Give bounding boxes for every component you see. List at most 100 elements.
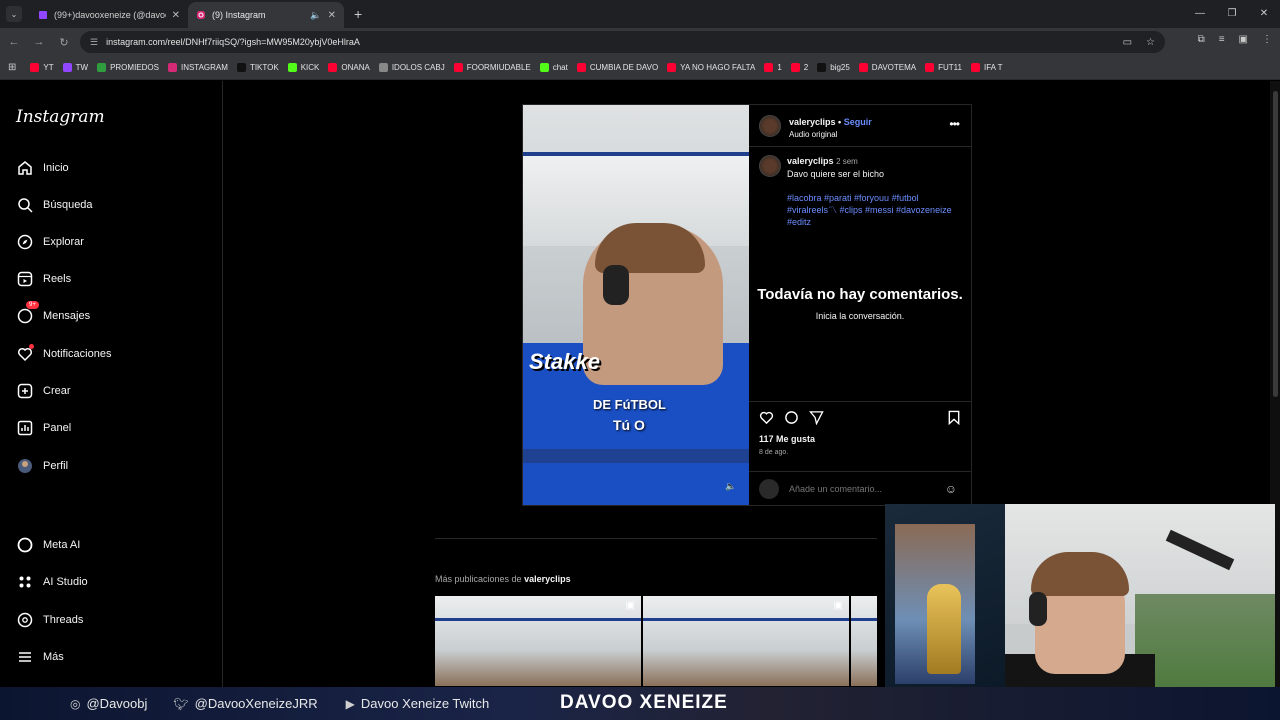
hamburger-menu-icon	[16, 648, 34, 666]
comment-input[interactable]	[789, 483, 929, 494]
author-username[interactable]: valeryclips	[789, 117, 836, 127]
caption-username[interactable]: valeryclips	[787, 156, 834, 166]
site-info-icon[interactable]: ☰	[90, 37, 98, 48]
share-send-icon[interactable]	[809, 410, 824, 428]
bookmark-star-icon[interactable]: ☆	[1146, 37, 1155, 48]
cast-icon[interactable]: ▭	[1123, 37, 1132, 48]
bookmark-label: IDOLOS CABJ	[391, 63, 445, 72]
post-caption: valeryclips 2 sem Davo quiere ser el bic…	[749, 147, 971, 228]
sidebar-item-label: Mensajes	[43, 310, 91, 322]
post-actions: 117 Me gusta 8 de ago.	[749, 401, 971, 464]
bookmark-item[interactable]: DAVOTEMA	[858, 63, 916, 72]
save-bookmark-icon[interactable]	[947, 410, 961, 428]
extensions-area: ⧉ ≡ ▣ ⋮	[1198, 34, 1272, 45]
threads-icon	[16, 611, 34, 629]
bookmark-item[interactable]: chat	[539, 63, 568, 72]
close-tab-icon[interactable]: ✕	[328, 10, 336, 21]
bookmark-item[interactable]: FOORMIUDABLE	[453, 63, 531, 72]
sidebar-item-explorar[interactable]: Explorar	[16, 231, 84, 253]
reel-video[interactable]: Stakke DE FúTBOL Tú O 🔈	[523, 105, 749, 505]
video-caption-line1: DE FúTBOL	[593, 397, 666, 412]
extensions-icon[interactable]: ⧉	[1198, 34, 1205, 45]
sidebar-item-mensajes[interactable]: 9+ Mensajes	[16, 301, 91, 327]
bookmark-item[interactable]: TIKTOK	[236, 63, 279, 72]
menu-icon[interactable]: ⋮	[1262, 34, 1272, 45]
sidebar-item-inicio[interactable]: Inicio	[16, 157, 69, 179]
youtube-icon: ▶	[345, 696, 355, 711]
speaker-icon[interactable]: 🔈	[310, 10, 321, 21]
bookmark-item[interactable]: YA NO HAGO FALTA	[667, 63, 755, 72]
bookmark-item[interactable]: IDOLOS CABJ	[378, 63, 445, 72]
bookmark-label: PROMIEDOS	[110, 63, 159, 72]
tab-search-button[interactable]: ⌄	[6, 6, 22, 22]
comment-icon[interactable]	[784, 410, 799, 428]
more-post-thumbnail[interactable]: ▣	[435, 596, 641, 686]
sidebar-item-meta-ai[interactable]: Meta AI	[16, 534, 80, 556]
media-icon[interactable]: ≡	[1219, 34, 1225, 45]
emoji-icon[interactable]: ☺	[945, 482, 957, 496]
more-post-thumbnail[interactable]	[851, 596, 877, 686]
more-options-icon[interactable]: •••	[949, 117, 960, 131]
bookmark-item[interactable]: 2	[790, 63, 808, 72]
sidebar-item-threads[interactable]: Threads	[16, 609, 83, 631]
browser-tab-instagram[interactable]: (9) Instagram 🔈 ✕	[188, 2, 344, 28]
bookmark-item[interactable]: FUT11	[925, 63, 962, 72]
forward-button[interactable]: →	[28, 36, 50, 48]
minimize-button[interactable]: —	[1184, 0, 1216, 28]
restore-button[interactable]: ❐	[1216, 0, 1248, 28]
bookmark-item[interactable]: IFA T	[970, 63, 1003, 72]
bookmark-item[interactable]: big25	[817, 63, 850, 72]
bookmark-item[interactable]: CUMBIA DE DAVO	[576, 63, 658, 72]
close-window-button[interactable]: ✕	[1248, 0, 1280, 28]
sidebar-item-panel[interactable]: Panel	[16, 417, 71, 439]
sidebar-item-mas[interactable]: Más	[16, 646, 64, 668]
reload-button[interactable]: ↻	[53, 36, 75, 49]
bookmark-item[interactable]: ONANA	[328, 63, 370, 72]
sidebar-item-label: Búsqueda	[43, 199, 93, 211]
back-button[interactable]: ←	[3, 36, 25, 48]
sidebar-item-reels[interactable]: Reels	[16, 268, 71, 290]
more-posts-grid: ▣ ▣	[435, 596, 877, 686]
apps-grid-icon[interactable]: ⊞	[8, 62, 16, 73]
scrollbar-thumb[interactable]	[1273, 91, 1278, 397]
profile-icon[interactable]: ▣	[1239, 34, 1248, 45]
bookmark-favicon-icon	[453, 63, 463, 72]
sidebar-item-notificaciones[interactable]: Notificaciones	[16, 343, 111, 365]
bookmark-item[interactable]: INSTAGRAM	[167, 63, 228, 72]
instagram-logo[interactable]: Instagram	[16, 107, 105, 127]
bookmark-label: IFA T	[983, 63, 1003, 72]
url-text[interactable]: instagram.com/reel/DNHf7riiqSQ/?igsh=MW9…	[106, 37, 360, 47]
bookmark-favicon-icon	[817, 63, 827, 72]
more-posts-username[interactable]: valeryclips	[524, 574, 571, 584]
bookmark-item[interactable]: TW	[62, 63, 88, 72]
more-post-thumbnail[interactable]: ▣	[643, 596, 849, 686]
bookmark-item[interactable]: KICK	[287, 63, 319, 72]
sidebar-item-label: Explorar	[43, 236, 84, 248]
caption-text: Davo quiere ser el bicho	[787, 169, 885, 179]
likes-count[interactable]: 117 Me gusta	[759, 434, 961, 444]
bookmark-item[interactable]: 1	[764, 63, 782, 72]
volume-icon[interactable]: 🔈	[725, 481, 736, 492]
bookmark-item[interactable]: YT	[30, 63, 54, 72]
close-tab-icon[interactable]: ✕	[172, 10, 180, 21]
bookmark-item[interactable]: PROMIEDOS	[97, 63, 159, 72]
author-avatar[interactable]	[759, 114, 781, 137]
sidebar-item-crear[interactable]: Crear	[16, 380, 71, 402]
caption-hashtags[interactable]: #lacobra #parati #foryouu #futbol #viral…	[787, 192, 961, 228]
sidebar-item-busqueda[interactable]: Búsqueda	[16, 194, 93, 216]
bookmark-favicon-icon	[97, 63, 107, 72]
window-controls: — ❐ ✕	[1184, 0, 1280, 28]
audio-label[interactable]: Audio original	[789, 130, 872, 139]
video-headset	[603, 265, 629, 305]
like-heart-icon[interactable]	[759, 410, 774, 428]
notification-dot	[29, 344, 34, 349]
sidebar-item-ai-studio[interactable]: AI Studio	[16, 571, 88, 593]
caption-avatar[interactable]	[759, 155, 781, 177]
sidebar-item-perfil[interactable]: Perfil	[16, 455, 68, 477]
heart-icon	[16, 344, 34, 363]
new-tab-button[interactable]: +	[354, 6, 362, 22]
follow-button[interactable]: Seguir	[844, 117, 872, 127]
omnibox[interactable]: ☰ instagram.com/reel/DNHf7riiqSQ/?igsh=M…	[80, 31, 1165, 53]
create-plus-icon	[16, 382, 34, 400]
browser-tab-twitch[interactable]: (99+)davooxeneize (@davooxe... ✕	[30, 2, 188, 28]
